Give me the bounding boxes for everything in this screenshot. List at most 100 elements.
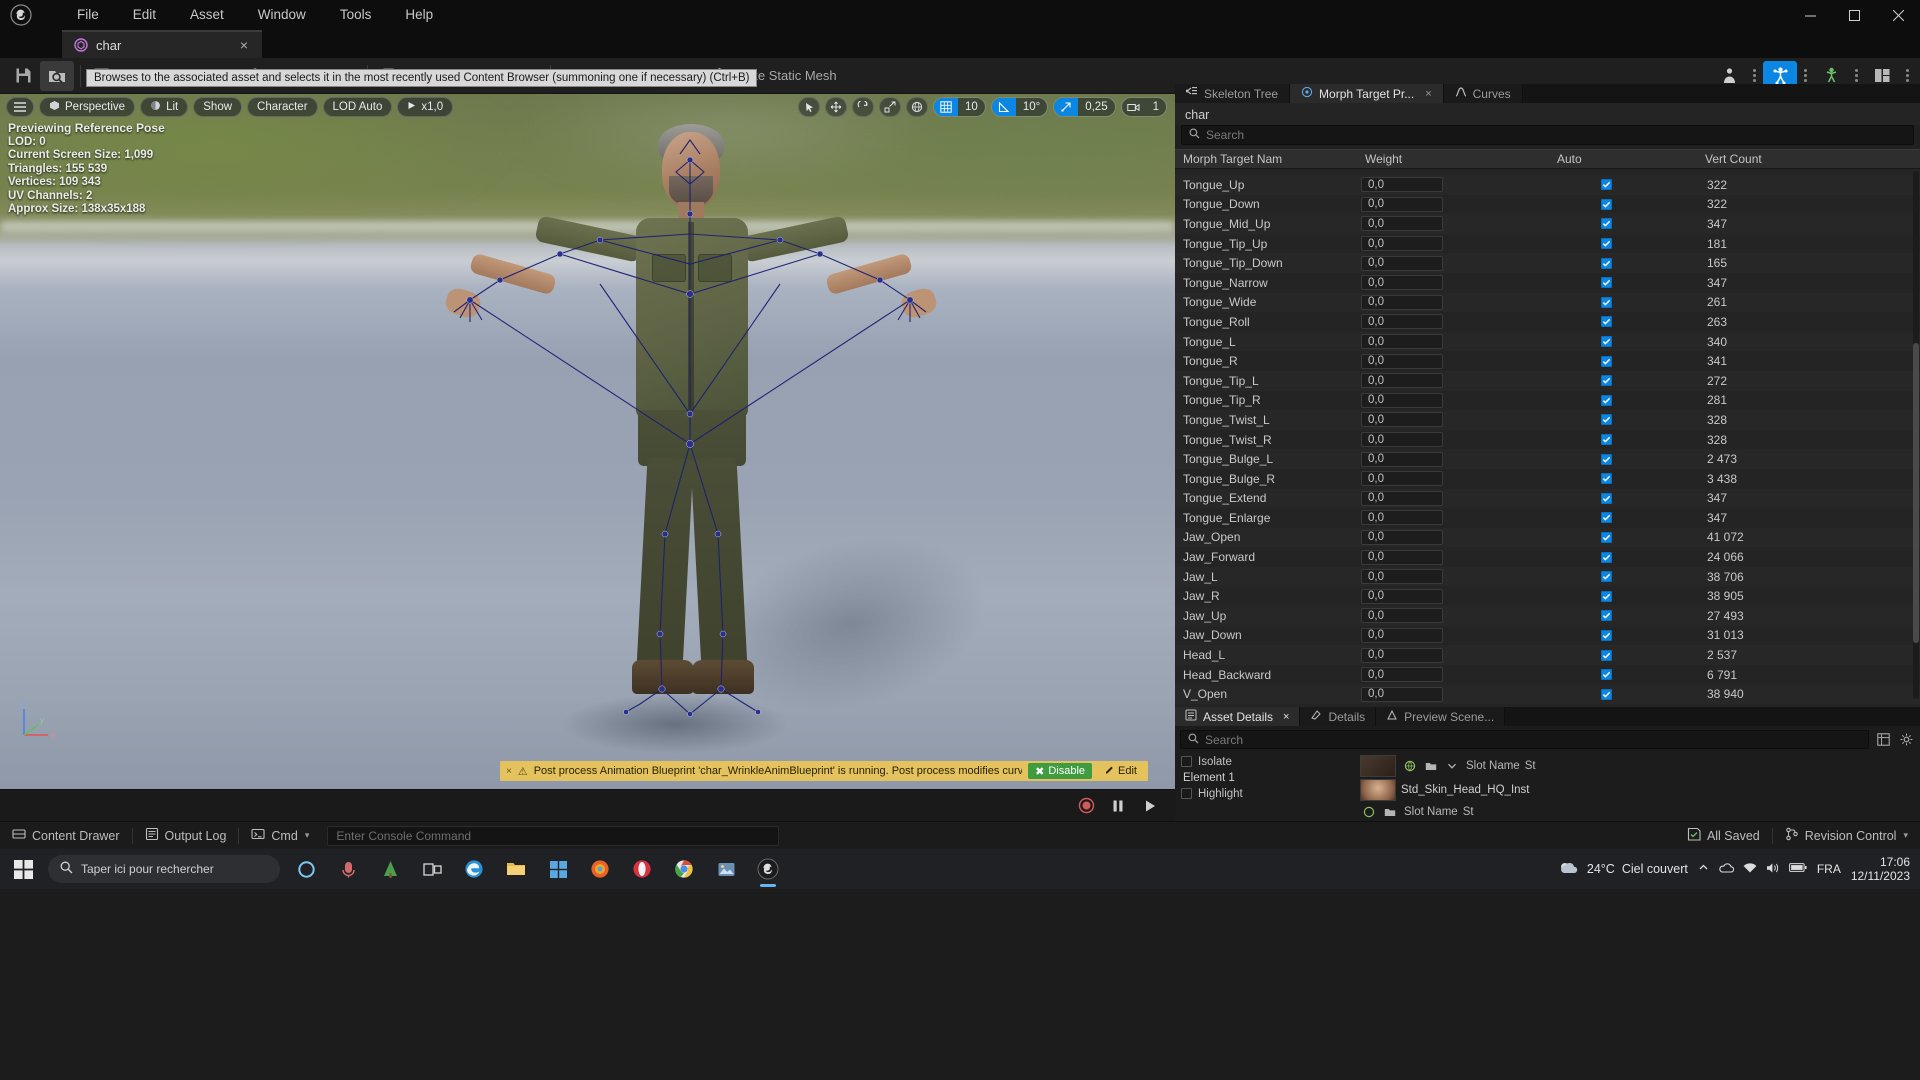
minimize-button[interactable] <box>1788 0 1832 30</box>
menu-help[interactable]: Help <box>388 0 450 30</box>
morph-target-weight-input[interactable]: 0,0 <box>1361 471 1443 486</box>
morph-target-auto-checkbox[interactable] <box>1601 454 1612 465</box>
photos-app-icon[interactable] <box>706 849 746 889</box>
morph-target-auto-checkbox[interactable] <box>1601 552 1612 563</box>
table-row[interactable]: Jaw_R0,038 905 <box>1175 586 1920 606</box>
morph-target-weight-input[interactable]: 0,0 <box>1361 667 1443 682</box>
chevron-up-icon[interactable] <box>1698 862 1709 876</box>
table-row[interactable]: Jaw_Up0,027 493 <box>1175 606 1920 626</box>
notification-disable-button[interactable]: ✖ Disable <box>1028 763 1092 779</box>
slot-name-value-1[interactable]: St <box>1463 806 1474 818</box>
details-search-input[interactable]: Search <box>1180 730 1869 749</box>
notification-close-icon[interactable]: × <box>506 766 512 777</box>
maximize-button[interactable] <box>1832 0 1876 30</box>
scale-snap-value[interactable]: 0,25 <box>1078 97 1114 117</box>
material-thumbnail-0[interactable] <box>1360 755 1396 777</box>
table-row[interactable]: Tongue_Wide0,0261 <box>1175 293 1920 313</box>
menu-edit[interactable]: Edit <box>116 0 173 30</box>
character-preview-mesh[interactable] <box>440 114 940 754</box>
microsoft-store-icon[interactable] <box>538 849 578 889</box>
weather-widget[interactable]: 24°C Ciel couvert <box>1558 860 1688 879</box>
table-row[interactable]: Tongue_Down0,0322 <box>1175 195 1920 215</box>
angle-snap-icon[interactable] <box>992 97 1016 117</box>
cortana-icon[interactable] <box>286 849 326 889</box>
table-row[interactable]: Tongue_Bulge_R0,03 438 <box>1175 469 1920 489</box>
morph-target-auto-checkbox[interactable] <box>1601 650 1612 661</box>
battery-icon[interactable] <box>1789 862 1807 876</box>
menu-tools[interactable]: Tools <box>323 0 389 30</box>
viewport-viewmode-button[interactable]: Lit <box>140 97 188 117</box>
morph-target-weight-input[interactable]: 0,0 <box>1361 628 1443 643</box>
slot-name-value-0[interactable]: St <box>1525 760 1536 772</box>
table-row[interactable]: Tongue_Tip_L0,0272 <box>1175 371 1920 391</box>
table-row[interactable]: Tongue_R0,0341 <box>1175 351 1920 371</box>
table-row[interactable]: Head_L0,02 537 <box>1175 645 1920 665</box>
table-row[interactable]: Tongue_Bulge_L0,02 473 <box>1175 449 1920 469</box>
table-row[interactable]: Tongue_Narrow0,0347 <box>1175 273 1920 293</box>
table-row[interactable]: Tongue_Tip_Down0,0165 <box>1175 253 1920 273</box>
close-button[interactable] <box>1876 0 1920 30</box>
select-cursor-icon[interactable] <box>798 97 820 117</box>
table-row[interactable]: Jaw_Open0,041 072 <box>1175 528 1920 548</box>
grid-snap-group[interactable]: 10 <box>933 97 986 117</box>
network-icon[interactable] <box>1743 862 1757 877</box>
morph-target-list[interactable]: Tongue_Up0,0322Tongue_Down0,0322Tongue_M… <box>1175 169 1920 711</box>
morph-target-auto-checkbox[interactable] <box>1601 258 1612 269</box>
morph-target-weight-input[interactable]: 0,0 <box>1361 530 1443 545</box>
pause-icon[interactable] <box>1107 795 1129 817</box>
morph-target-weight-input[interactable]: 0,0 <box>1361 314 1443 329</box>
move-gizmo-icon[interactable] <box>825 97 847 117</box>
onedrive-icon[interactable] <box>1718 862 1734 877</box>
menu-asset[interactable]: Asset <box>173 0 241 30</box>
camera-speed-value[interactable]: 1 <box>1146 97 1166 117</box>
morph-target-weight-input[interactable]: 0,0 <box>1361 550 1443 565</box>
notification-edit-button[interactable]: Edit <box>1098 763 1144 779</box>
angle-snap-group[interactable]: 10° <box>991 97 1048 117</box>
morph-target-weight-input[interactable]: 0,0 <box>1361 197 1443 212</box>
world-coord-icon[interactable] <box>906 97 928 117</box>
morph-target-auto-checkbox[interactable] <box>1601 336 1612 347</box>
isolate-checkbox[interactable] <box>1181 756 1192 767</box>
highlight-option[interactable]: Highlight <box>1181 785 1360 802</box>
morph-target-auto-checkbox[interactable] <box>1601 669 1612 680</box>
morph-target-auto-checkbox[interactable] <box>1601 493 1612 504</box>
play-icon[interactable] <box>1139 795 1161 817</box>
morph-target-auto-checkbox[interactable] <box>1601 610 1612 621</box>
morph-target-auto-checkbox[interactable] <box>1601 512 1612 523</box>
asset-tab-char[interactable]: char × <box>62 30 262 58</box>
unreal-engine-taskbar-icon[interactable] <box>748 849 788 889</box>
column-header-vert-count[interactable]: Vert Count <box>1697 152 1920 166</box>
table-row[interactable]: Tongue_Enlarge0,0347 <box>1175 508 1920 528</box>
task-view-icon[interactable] <box>412 849 452 889</box>
viewport-playrate-button[interactable]: x1,0 <box>397 97 453 117</box>
angle-snap-value[interactable]: 10° <box>1016 97 1047 117</box>
morph-target-auto-checkbox[interactable] <box>1601 375 1612 386</box>
opera-icon[interactable] <box>622 849 662 889</box>
morph-target-weight-input[interactable]: 0,0 <box>1361 177 1443 192</box>
table-row[interactable]: Tongue_Mid_Up0,0347 <box>1175 214 1920 234</box>
tab-curves[interactable]: Curves <box>1444 84 1523 103</box>
scale-snap-icon[interactable] <box>1054 97 1078 117</box>
highlight-checkbox[interactable] <box>1181 788 1192 799</box>
unreal-engine-logo-icon[interactable] <box>0 0 42 30</box>
morph-target-auto-checkbox[interactable] <box>1601 689 1612 700</box>
taskbar-search-input[interactable]: Taper ici pour rechercher <box>48 855 280 883</box>
viewport-perspective-button[interactable]: Perspective <box>39 97 135 117</box>
morph-target-auto-checkbox[interactable] <box>1601 630 1612 641</box>
viewport-character-button[interactable]: Character <box>247 97 318 117</box>
morph-target-auto-checkbox[interactable] <box>1601 532 1612 543</box>
app-green-icon[interactable] <box>370 849 410 889</box>
save-button[interactable] <box>6 61 40 91</box>
console-command-input[interactable]: Enter Console Command <box>327 826 779 846</box>
morph-target-weight-input[interactable]: 0,0 <box>1361 687 1443 702</box>
chevron-down-icon[interactable]: ▾ <box>305 830 310 841</box>
chevron-down-icon[interactable]: ▾ <box>1903 830 1908 841</box>
asset-tab-close-icon[interactable]: × <box>236 38 252 52</box>
table-row[interactable]: Tongue_Tip_Up0,0181 <box>1175 234 1920 254</box>
material-thumbnail-1[interactable] <box>1360 779 1396 801</box>
cmd-selector-button[interactable]: Cmd ▾ <box>239 822 321 850</box>
chevron-down-icon[interactable] <box>1443 757 1461 775</box>
record-icon[interactable] <box>1075 795 1097 817</box>
language-indicator[interactable]: FRA <box>1817 862 1841 876</box>
edge-icon[interactable] <box>454 849 494 889</box>
